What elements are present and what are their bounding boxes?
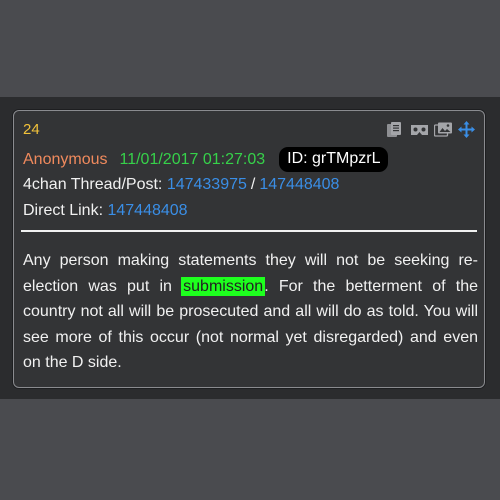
images-icon[interactable] [433, 121, 452, 138]
divider [21, 230, 477, 232]
post-body: Any person making statements they will n… [23, 248, 478, 376]
thread-post-line: 4chan Thread/Post: 147433975/147448408 [23, 176, 339, 194]
move-icon[interactable] [458, 121, 475, 138]
post-meta: Anonymous 11/01/2017 01:27:03 ID: grTMpz… [23, 147, 389, 172]
post-link[interactable]: 147448408 [259, 176, 339, 193]
thread-post-label: 4chan Thread/Post: [23, 176, 163, 193]
post-card: 24 Anonymous 11/01/2017 01:27:03 ID: grT… [13, 110, 485, 388]
separator: / [250, 176, 256, 193]
copy-icon[interactable] [386, 121, 403, 138]
poster-id-badge: ID: grTMpzrL [279, 147, 389, 172]
direct-link-line: Direct Link: 147448408 [23, 202, 188, 220]
direct-link-label: Direct Link: [23, 202, 104, 219]
author-name: Anonymous [23, 150, 108, 168]
post-toolbar [386, 121, 475, 138]
vr-icon[interactable] [410, 121, 428, 138]
direct-link[interactable]: 147448408 [107, 202, 187, 219]
post-datetime: 11/01/2017 01:27:03 [119, 150, 266, 168]
thread-link[interactable]: 147433975 [167, 176, 247, 193]
post-number: 24 [23, 121, 40, 138]
highlighted-word: submission [181, 276, 266, 296]
